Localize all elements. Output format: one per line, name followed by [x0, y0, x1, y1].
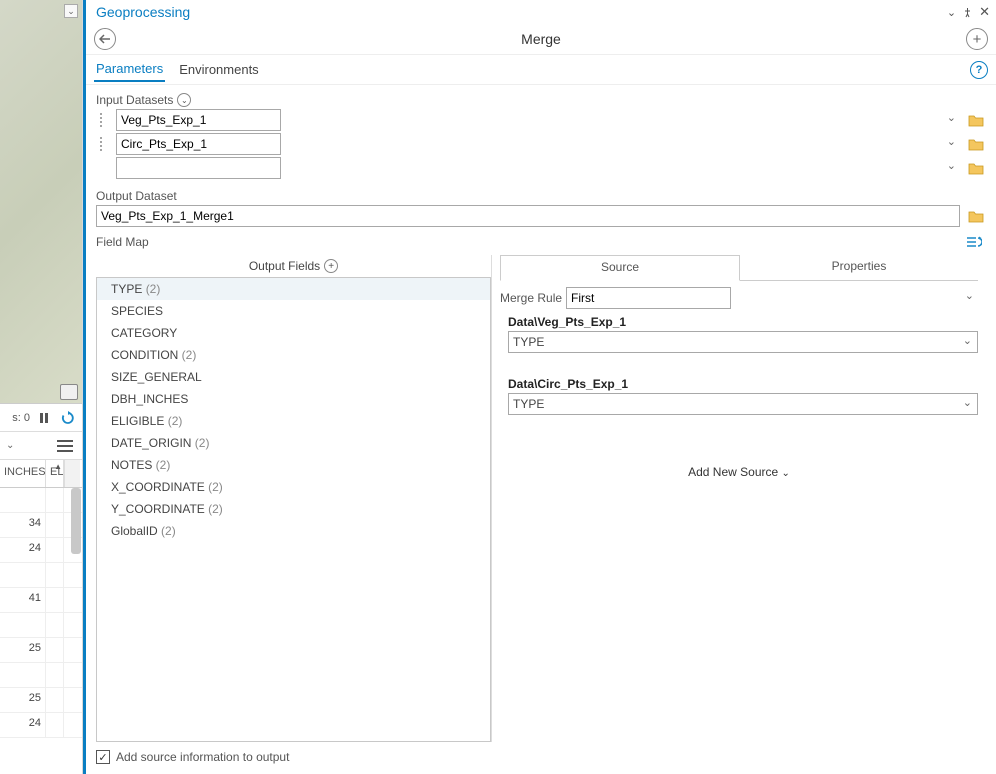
cell-el: [46, 488, 64, 512]
field-map-options-icon[interactable]: [966, 235, 982, 249]
output-fields-label: Output Fields: [249, 259, 320, 273]
pin-icon[interactable]: [962, 7, 973, 18]
table-header: INCHES EL▲: [0, 460, 82, 488]
table-row[interactable]: 24: [0, 713, 82, 738]
folder-icon[interactable]: [966, 207, 986, 225]
cell-el: [46, 588, 64, 612]
merge-rule-label: Merge Rule: [500, 291, 562, 305]
field-item[interactable]: Y_COORDINATE (2): [97, 498, 490, 520]
chevron-down-icon[interactable]: ⌄: [177, 93, 191, 107]
cell-inches: [0, 563, 46, 587]
input-datasets-label: Input Datasets: [96, 93, 173, 107]
add-source-info-checkbox[interactable]: ✓: [96, 750, 110, 764]
tab-properties[interactable]: Properties: [740, 255, 978, 281]
column-el[interactable]: EL▲: [46, 460, 64, 487]
input-dataset-1[interactable]: [116, 133, 281, 155]
input-dataset-0[interactable]: [116, 109, 281, 131]
cell-el: [46, 663, 64, 687]
cell-inches: 25: [0, 688, 46, 712]
folder-icon[interactable]: [966, 159, 986, 177]
panel-title: Geoprocessing: [96, 4, 190, 20]
close-icon[interactable]: ✕: [979, 4, 990, 20]
field-item[interactable]: CATEGORY: [97, 322, 490, 344]
cell-el: [46, 513, 64, 537]
field-item[interactable]: ELIGIBLE (2): [97, 410, 490, 432]
chevron-down-icon: ⌄: [782, 468, 790, 479]
field-item[interactable]: NOTES (2): [97, 454, 490, 476]
feature-count: s: 0: [12, 412, 30, 424]
table-row[interactable]: 41: [0, 588, 82, 613]
tool-name: Merge: [86, 31, 996, 47]
cell-inches: [0, 488, 46, 512]
field-item[interactable]: DBH_INCHES: [97, 388, 490, 410]
field-item[interactable]: DATE_ORIGIN (2): [97, 432, 490, 454]
table-row[interactable]: [0, 488, 82, 513]
tab-environments[interactable]: Environments: [177, 58, 260, 81]
cell-inches: 24: [0, 538, 46, 562]
input-dataset-2[interactable]: [116, 157, 281, 179]
dock-chevron-icon[interactable]: ⌄: [947, 6, 956, 19]
cell-el: [46, 638, 64, 662]
source-field-select[interactable]: [508, 331, 978, 353]
field-item[interactable]: GlobalID (2): [97, 520, 490, 542]
pause-icon[interactable]: [34, 408, 54, 428]
field-item[interactable]: SPECIES: [97, 300, 490, 322]
field-item[interactable]: TYPE (2): [97, 278, 490, 300]
column-inches[interactable]: INCHES: [0, 460, 46, 487]
scrollbar-thumb[interactable]: [71, 488, 81, 554]
source-label: Data\Circ_Pts_Exp_1: [508, 377, 978, 391]
cell-el: [46, 713, 64, 737]
merge-rule-select[interactable]: [566, 287, 731, 309]
cell-inches: 41: [0, 588, 46, 612]
source-field-select[interactable]: [508, 393, 978, 415]
table-row[interactable]: [0, 563, 82, 588]
table-row[interactable]: 25: [0, 688, 82, 713]
output-dataset-input[interactable]: [96, 205, 960, 227]
folder-icon[interactable]: [966, 111, 986, 129]
cell-el: [46, 538, 64, 562]
add-field-icon[interactable]: +: [324, 259, 338, 273]
table-row[interactable]: 34: [0, 513, 82, 538]
map-status-bar: s: 0: [0, 404, 82, 432]
add-new-source-button[interactable]: Add New Source ⌄: [500, 465, 978, 479]
source-label: Data\Veg_Pts_Exp_1: [508, 315, 978, 329]
table-row[interactable]: [0, 613, 82, 638]
cell-inches: [0, 663, 46, 687]
drag-handle-icon[interactable]: [100, 137, 110, 151]
refresh-icon[interactable]: [58, 408, 78, 428]
drag-handle-icon[interactable]: [100, 113, 110, 127]
tab-source[interactable]: Source: [500, 255, 740, 281]
cell-el: [46, 613, 64, 637]
table-row[interactable]: 24: [0, 538, 82, 563]
folder-icon[interactable]: [966, 135, 986, 153]
map-preview[interactable]: ⌄: [0, 0, 82, 404]
map-tool-icon[interactable]: [60, 384, 78, 400]
table-row[interactable]: [0, 663, 82, 688]
field-map-label: Field Map: [96, 235, 149, 249]
cell-inches: [0, 613, 46, 637]
cell-inches: 24: [0, 713, 46, 737]
cell-el: [46, 688, 64, 712]
menu-icon[interactable]: [54, 437, 76, 455]
add-source-info-label: Add source information to output: [116, 750, 289, 764]
collapse-icon[interactable]: ⌄: [64, 4, 78, 18]
table-row[interactable]: 25: [0, 638, 82, 663]
output-dataset-label: Output Dataset: [96, 189, 986, 203]
chevron-down-icon[interactable]: ⌄: [6, 440, 14, 451]
cell-el: [46, 563, 64, 587]
cell-inches: 34: [0, 513, 46, 537]
field-item[interactable]: X_COORDINATE (2): [97, 476, 490, 498]
help-icon[interactable]: ?: [970, 61, 988, 79]
output-fields-list[interactable]: TYPE (2)SPECIESCATEGORYCONDITION (2)SIZE…: [96, 277, 491, 742]
field-item[interactable]: SIZE_GENERAL: [97, 366, 490, 388]
field-item[interactable]: CONDITION (2): [97, 344, 490, 366]
sort-asc-icon: ▲: [54, 462, 62, 471]
tab-parameters[interactable]: Parameters: [94, 57, 165, 82]
cell-inches: 25: [0, 638, 46, 662]
